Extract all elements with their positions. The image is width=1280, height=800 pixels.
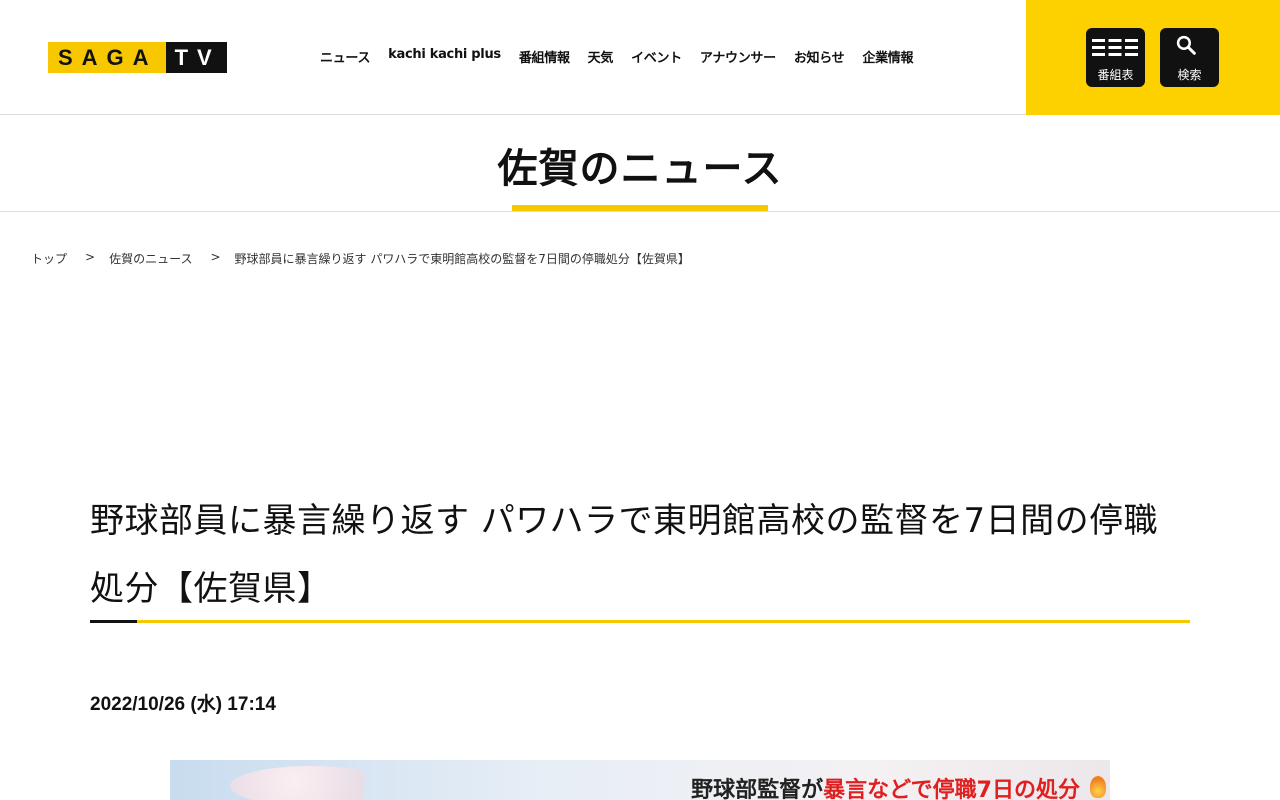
title-underline-accent — [90, 620, 137, 623]
search-button[interactable]: 検索 — [1160, 28, 1219, 87]
nav-events[interactable]: イベント — [631, 47, 682, 66]
section-title-underline — [512, 205, 768, 211]
breadcrumb-separator: > — [210, 250, 221, 264]
nav-company[interactable]: 企業情報 — [862, 47, 913, 66]
logo-saga: SAGA — [48, 42, 166, 73]
flame-icon — [1090, 776, 1106, 798]
breadcrumb-current: 野球部員に暴言繰り返す パワハラで東明館高校の監督を7日間の停職処分【佐賀県】 — [234, 252, 690, 266]
cherry-blossom-graphic — [230, 766, 390, 800]
image-caption-part2: 暴言などで停職7日の処分 — [823, 778, 1080, 800]
image-caption-part1: 野球部監督が — [691, 778, 824, 800]
image-caption: 野球部監督が暴言などで停職7日の処分 — [691, 772, 1080, 800]
breadcrumb-separator: > — [85, 250, 96, 264]
article-hero-image: 野球部監督が暴言などで停職7日の処分 — [170, 760, 1110, 800]
breadcrumb-category[interactable]: 佐賀のニュース — [109, 250, 192, 267]
article-title: 野球部員に暴言繰り返す パワハラで東明館高校の監督を7日間の停職処分【佐賀県】 — [90, 501, 1159, 609]
program-guide-button[interactable]: 番組表 — [1086, 28, 1145, 87]
search-icon — [1176, 35, 1196, 55]
program-guide-label: 番組表 — [1097, 68, 1134, 82]
title-underline — [90, 620, 1190, 623]
section-heading: 佐賀のニュース — [0, 116, 1280, 212]
nav-weather[interactable]: 天気 — [588, 47, 614, 66]
section-title: 佐賀のニュース — [497, 146, 783, 192]
nav-programs[interactable]: 番組情報 — [519, 47, 570, 66]
nav-news[interactable]: ニュース — [320, 47, 370, 66]
main-nav: ニュース kachi kachi plus 番組情報 天気 イベント アナウンサ… — [320, 47, 931, 66]
breadcrumb: トップ > 佐賀のニュース > 野球部員に暴言繰り返す パワハラで東明館高校の監… — [31, 250, 690, 267]
nav-kachi-kachi-plus[interactable]: kachi kachi plus — [388, 47, 501, 66]
nav-notices[interactable]: お知らせ — [794, 47, 845, 66]
article-date: 2022/10/26 (水) 17:14 — [90, 694, 276, 715]
saga-tv-logo[interactable]: SAGA TV — [48, 42, 227, 73]
header-action-box: 番組表 検索 — [1026, 0, 1280, 115]
search-label: 検索 — [1177, 68, 1202, 82]
program-guide-icon — [1092, 39, 1138, 60]
breadcrumb-home[interactable]: トップ — [31, 250, 67, 267]
nav-announcers[interactable]: アナウンサー — [700, 47, 776, 66]
site-header: SAGA TV ニュース kachi kachi plus 番組情報 天気 イベ… — [0, 0, 1280, 115]
logo-tv: TV — [165, 42, 227, 73]
